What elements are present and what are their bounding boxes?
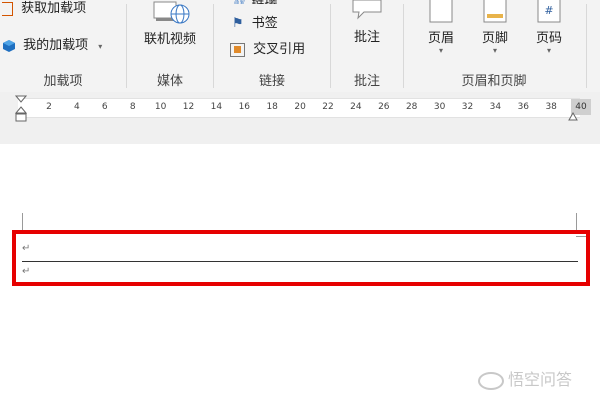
footer-label: 页脚	[481, 31, 508, 46]
online-video-icon	[153, 1, 190, 24]
footer-page-icon	[483, 0, 507, 23]
ruler-tick-label: 26	[378, 102, 390, 112]
ruler-tick-label: 2	[46, 102, 52, 112]
ribbon: 获取加载项 我的加载项 ▾ 加载项 联机视频 媒体 ⚑ 书签 交叉引用 链接 批…	[0, 0, 600, 93]
media-group-label: 媒体	[156, 74, 183, 89]
get-addins-button[interactable]: 获取加载项	[2, 0, 86, 16]
paragraph-mark: ↵	[22, 243, 31, 254]
bookmark-flag-icon: ⚑	[232, 16, 244, 31]
watermark-logo-icon	[478, 371, 504, 390]
link-label: 链接	[251, 0, 277, 4]
online-video-label: 联机视频	[143, 32, 196, 47]
header-highlight-box	[12, 230, 590, 286]
margin-corner-mark	[22, 213, 23, 231]
ruler-tick-label: 32	[461, 102, 474, 112]
cross-reference-label: 交叉引用	[253, 42, 306, 57]
bookmark-button[interactable]: ⚑ 书签	[232, 12, 278, 31]
addins-cube-icon	[3, 39, 15, 52]
header-button[interactable]: 页眉 ▾	[418, 0, 464, 56]
page-number-icon: #	[537, 0, 561, 23]
ruler-tick-label: 38	[545, 102, 557, 112]
new-comment-button[interactable]: 批注	[331, 0, 403, 45]
ruler-tick-label: 14	[210, 102, 223, 112]
header-label: 页眉	[427, 31, 454, 46]
ruler-tick-label: 34	[489, 102, 502, 112]
ruler-tick-label: 10	[154, 102, 167, 112]
my-addins-label: 我的加载项	[23, 38, 89, 53]
footer-button[interactable]: 页脚 ▾	[472, 0, 518, 56]
header-footer-group: 页眉 ▾ 页脚 ▾ # 页码 ▾ 页眉和页脚	[404, 0, 584, 92]
chevron-down-icon: ▾	[438, 46, 443, 55]
paragraph-mark: ↵	[22, 266, 31, 277]
ruler-tick-label: 16	[238, 102, 251, 112]
indent-marker-icon[interactable]	[15, 95, 27, 125]
ruler-tick-label: 8	[129, 102, 136, 112]
links-group: ⛓ 链接 ⚑ 书签 交叉引用 链接	[214, 0, 330, 92]
store-icon	[2, 1, 13, 16]
links-group-label: 链接	[258, 74, 285, 89]
ruler-tick-label: 12	[182, 102, 195, 112]
ruler-tick-label: 36	[517, 102, 530, 112]
get-addins-label: 获取加载项	[21, 1, 87, 16]
addins-group-label: 加载项	[43, 74, 83, 89]
comment-label: 批注	[353, 30, 380, 45]
media-group: 联机视频 媒体	[127, 0, 213, 92]
online-video-button[interactable]: 联机视频	[127, 0, 213, 47]
header-page-icon	[429, 0, 453, 23]
ruler-tick-label: 6	[101, 102, 108, 112]
svg-text:#: #	[544, 4, 553, 17]
bookmark-label: 书签	[251, 16, 278, 31]
margin-corner-mark	[576, 213, 577, 231]
divider	[586, 4, 587, 88]
comments-group-label: 批注	[353, 74, 380, 89]
ruler-tick-label: 24	[350, 102, 362, 112]
header-border-line	[22, 261, 578, 262]
link-icon: ⛓	[232, 0, 247, 4]
right-indent-marker-icon[interactable]	[568, 112, 578, 122]
comment-icon	[352, 0, 382, 20]
cross-reference-icon	[230, 42, 245, 57]
addins-group: 获取加载项 我的加载项 ▾ 加载项	[0, 0, 126, 92]
link-button[interactable]: ⛓ 链接	[232, 0, 277, 4]
ruler-tick-label: 18	[266, 102, 278, 112]
ruler-tick-label: 28	[405, 102, 418, 112]
chevron-down-icon: ▾	[98, 42, 103, 51]
chevron-down-icon: ▾	[492, 46, 497, 55]
ruler-tick-label: 30	[433, 102, 446, 112]
my-addins-button[interactable]: 我的加载项 ▾	[2, 34, 102, 53]
header-footer-group-label: 页眉和页脚	[461, 74, 527, 89]
page-number-button[interactable]: # 页码 ▾	[526, 0, 572, 56]
ruler-tick-label: 4	[74, 102, 80, 112]
watermark: 悟空问答	[478, 366, 572, 390]
cross-reference-button[interactable]: 交叉引用	[230, 38, 305, 57]
ruler-tick-label: 20	[294, 102, 306, 112]
chevron-down-icon: ▾	[546, 46, 551, 55]
watermark-text: 悟空问答	[508, 370, 573, 389]
page-number-label: 页码	[535, 31, 562, 46]
ruler-tick-label: 22	[322, 102, 334, 112]
comments-group: 批注 批注	[331, 0, 403, 92]
